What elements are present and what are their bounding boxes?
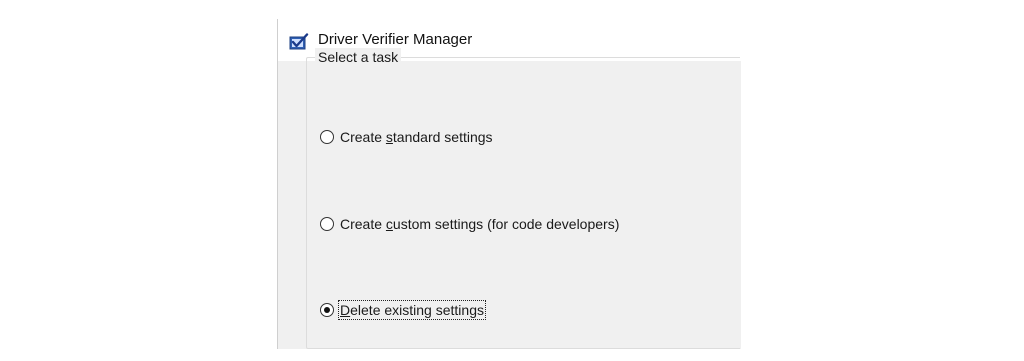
radio-button[interactable] <box>320 130 334 144</box>
radio-button[interactable] <box>320 217 334 231</box>
task-groupbox-frame: Select a task Create standard settings C… <box>277 19 740 349</box>
radio-label-create-standard[interactable]: Create standard settings <box>339 128 494 146</box>
radio-label-delete-existing[interactable]: Delete existing settings <box>338 300 486 320</box>
radio-button-selected[interactable] <box>320 303 334 317</box>
radio-option-delete-existing[interactable]: Delete existing settings <box>320 299 486 321</box>
radio-option-create-standard[interactable]: Create standard settings <box>320 126 494 148</box>
radio-option-create-custom[interactable]: Create custom settings (for code develop… <box>320 213 620 235</box>
groupbox-legend: Select a task <box>315 48 402 66</box>
page: Driver Verifier Manager Select a task Cr… <box>0 0 1024 361</box>
radio-label-create-custom[interactable]: Create custom settings (for code develop… <box>339 215 620 233</box>
